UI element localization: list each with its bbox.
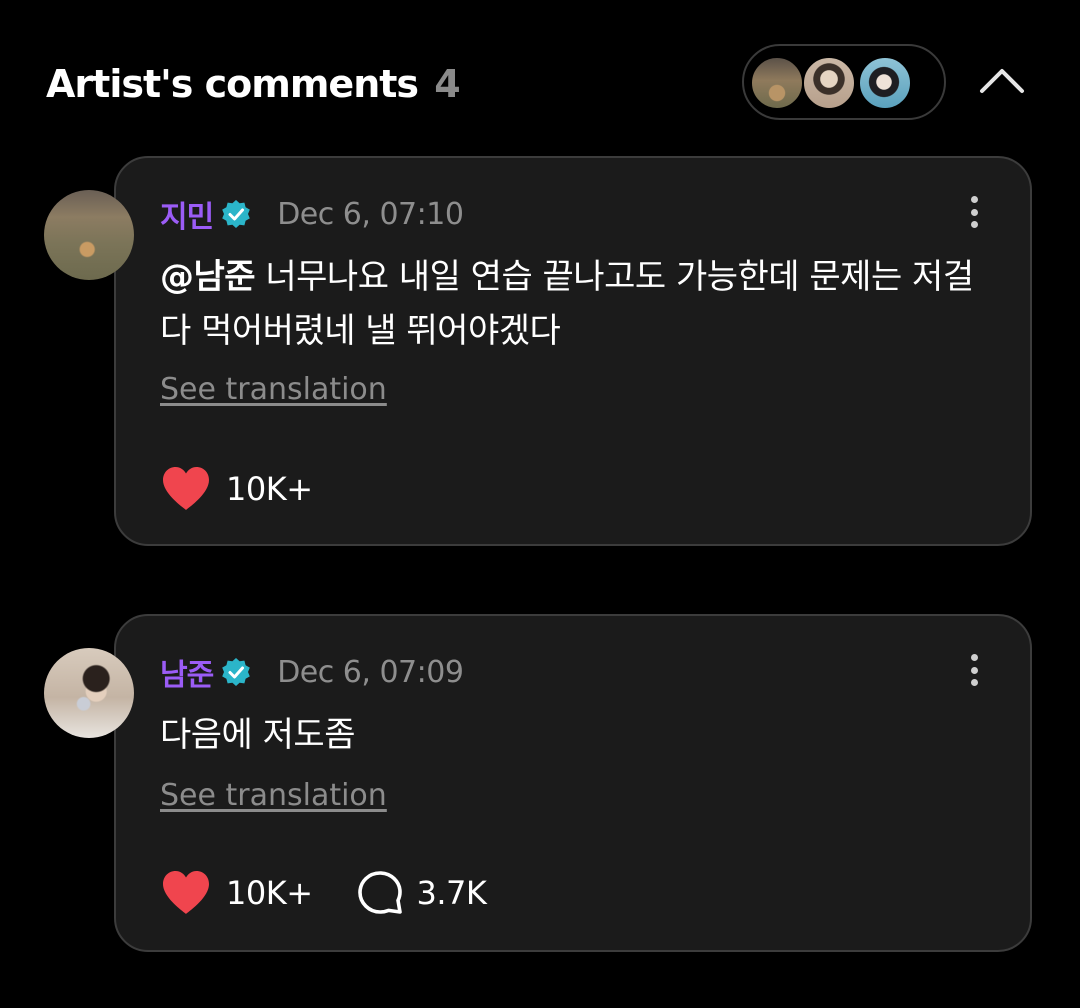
see-translation-link[interactable]: See translation [160, 372, 387, 407]
author-name[interactable]: 남준 [160, 650, 214, 694]
comment-meta: 남준 Dec 6, 07:09 [160, 650, 464, 694]
avatar[interactable] [44, 190, 134, 280]
avatar [858, 56, 912, 110]
speech-bubble-icon [357, 871, 402, 914]
reply-button[interactable]: 3.7K [357, 870, 487, 916]
like-button[interactable]: 10K+ [160, 466, 313, 512]
comment-item: 지민 Dec 6, 07:10 @남준 너무나요 내일 연습 끝나고도 가능한데… [44, 156, 1034, 546]
comment-item: 남준 Dec 6, 07:09 다음에 저도좀 See translation … [44, 614, 1034, 952]
comment-actions: 10K+ [160, 464, 357, 514]
comment-body: 다음에 저도좀 [160, 715, 356, 755]
avatar [750, 56, 804, 110]
comment-text: @남준 너무나요 내일 연습 끝나고도 가능한데 문제는 저걸 다 먹어버렸네 … [160, 250, 980, 358]
comment-card: 남준 Dec 6, 07:09 다음에 저도좀 See translation … [114, 614, 1032, 952]
reply-count: 3.7K [416, 874, 487, 912]
artist-avatar-stack[interactable] [742, 44, 946, 120]
comment-text: 다음에 저도좀 [160, 708, 980, 762]
heart-icon [163, 467, 209, 510]
like-button[interactable]: 10K+ [160, 870, 313, 916]
section-title: Artist's comments 4 [46, 62, 461, 106]
see-translation-link[interactable]: See translation [160, 778, 387, 813]
mention-link[interactable]: @남준 [160, 257, 256, 297]
comment-actions: 10K+ 3.7K [160, 868, 530, 918]
heart-icon [163, 871, 209, 914]
artist-comments-header: Artist's comments 4 [46, 44, 1046, 120]
more-vertical-icon[interactable] [962, 650, 986, 690]
like-count: 10K+ [226, 470, 313, 508]
collapse-button[interactable] [974, 60, 1030, 100]
author-name[interactable]: 지민 [160, 192, 214, 236]
like-count: 10K+ [226, 874, 313, 912]
verified-badge-icon [222, 200, 251, 228]
avatar [802, 56, 856, 110]
section-title-label: Artist's comments [46, 62, 419, 106]
more-vertical-icon[interactable] [962, 192, 986, 232]
comment-date: Dec 6, 07:09 [277, 654, 464, 690]
verified-badge-icon [222, 658, 251, 686]
comment-body: 너무나요 내일 연습 끝나고도 가능한데 문제는 저걸 다 먹어버렸네 낼 뛰어… [160, 257, 974, 351]
comment-meta: 지민 Dec 6, 07:10 [160, 192, 464, 236]
comment-card: 지민 Dec 6, 07:10 @남준 너무나요 내일 연습 끝나고도 가능한데… [114, 156, 1032, 546]
avatar[interactable] [44, 648, 134, 738]
comment-date: Dec 6, 07:10 [277, 196, 464, 232]
comment-count: 4 [434, 62, 460, 106]
chevron-up-icon [980, 69, 1024, 93]
